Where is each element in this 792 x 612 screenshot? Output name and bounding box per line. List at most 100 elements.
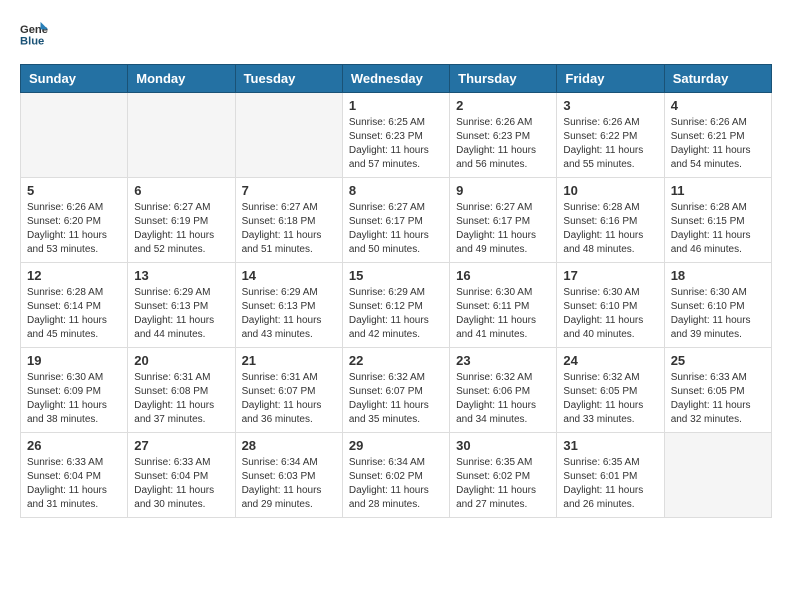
calendar-day-cell: 28Sunrise: 6:34 AM Sunset: 6:03 PM Dayli… xyxy=(235,433,342,518)
day-info: Sunrise: 6:32 AM Sunset: 6:07 PM Dayligh… xyxy=(349,371,443,427)
calendar-day-cell: 24 Sunrise: 6:32 AM Sunset: 6:05 PM Dayli… xyxy=(557,348,664,433)
calendar-day-cell: 25 Sunrise: 6:33 AM Sunset: 6:05 PM Dayli… xyxy=(664,348,771,433)
day-info: Sunrise: 6:33 AM Sunset: 6:04 PM Dayligh… xyxy=(27,456,121,512)
calendar-day-cell: 17 Sunrise: 6:30 AM Sunset: 6:10 PM Dayli… xyxy=(557,263,664,348)
day-number: 4 xyxy=(671,98,765,113)
day-number: 26 xyxy=(27,438,121,453)
calendar-table: SundayMondayTuesdayWednesdayThursdayFrid… xyxy=(20,64,772,518)
calendar-day-cell: 2 Sunrise: 6:26 AM Sunset: 6:23 PM Daylig… xyxy=(450,93,557,178)
day-number: 9 xyxy=(456,183,550,198)
day-number: 24 xyxy=(563,353,657,368)
day-info: Sunrise: 6:28 AM Sunset: 6:16 PM Dayligh… xyxy=(563,201,657,257)
day-info: Sunrise: 6:29 AM Sunset: 6:13 PM Dayligh… xyxy=(242,286,336,342)
day-info: Sunrise: 6:32 AM Sunset: 6:05 PM Dayligh… xyxy=(563,371,657,427)
calendar-day-cell: 31 Sunrise: 6:35 AM Sunset: 6:01 PM Dayli… xyxy=(557,433,664,518)
calendar-day-cell: 12 Sunrise: 6:28 AM Sunset: 6:14 PM Dayli… xyxy=(21,263,128,348)
day-info: Sunrise: 6:26 AM Sunset: 6:21 PM Dayligh… xyxy=(671,116,765,172)
day-info: Sunrise: 6:29 AM Sunset: 6:13 PM Dayligh… xyxy=(134,286,228,342)
day-number: 23 xyxy=(456,353,550,368)
calendar-day-cell: 4 Sunrise: 6:26 AM Sunset: 6:21 PM Daylig… xyxy=(664,93,771,178)
day-info: Sunrise: 6:28 AM Sunset: 6:14 PM Dayligh… xyxy=(27,286,121,342)
day-number: 13 xyxy=(134,268,228,283)
weekday-header: Thursday xyxy=(450,65,557,93)
calendar-day-cell: 9 Sunrise: 6:27 AM Sunset: 6:17 PM Daylig… xyxy=(450,178,557,263)
day-number: 11 xyxy=(671,183,765,198)
day-number: 6 xyxy=(134,183,228,198)
day-info: Sunrise: 6:26 AM Sunset: 6:23 PM Dayligh… xyxy=(456,116,550,172)
calendar-day-cell: 13 Sunrise: 6:29 AM Sunset: 6:13 PM Dayli… xyxy=(128,263,235,348)
calendar-day-cell: 6 Sunrise: 6:27 AM Sunset: 6:19 PM Daylig… xyxy=(128,178,235,263)
calendar-week-row: 5Sunrise: 6:26 AM Sunset: 6:20 PM Daylig… xyxy=(21,178,772,263)
day-info: Sunrise: 6:30 AM Sunset: 6:10 PM Dayligh… xyxy=(671,286,765,342)
calendar-week-row: 19 Sunrise: 6:30 AM Sunset: 6:09 PM Dayli… xyxy=(21,348,772,433)
weekday-header: Monday xyxy=(128,65,235,93)
day-info: Sunrise: 6:25 AM Sunset: 6:23 PM Dayligh… xyxy=(349,116,443,172)
day-number: 25 xyxy=(671,353,765,368)
day-number: 21 xyxy=(242,353,336,368)
day-number: 3 xyxy=(563,98,657,113)
calendar-week-row: 12 Sunrise: 6:28 AM Sunset: 6:14 PM Dayli… xyxy=(21,263,772,348)
day-number: 7 xyxy=(242,183,336,198)
day-info: Sunrise: 6:34 AM Sunset: 6:03 PM Dayligh… xyxy=(242,456,336,512)
day-info: Sunrise: 6:35 AM Sunset: 6:02 PM Dayligh… xyxy=(456,456,550,512)
day-number: 8 xyxy=(349,183,443,198)
day-info: Sunrise: 6:30 AM Sunset: 6:09 PM Dayligh… xyxy=(27,371,121,427)
day-info: Sunrise: 6:29 AM Sunset: 6:12 PM Dayligh… xyxy=(349,286,443,342)
calendar-day-cell: 19 Sunrise: 6:30 AM Sunset: 6:09 PM Dayli… xyxy=(21,348,128,433)
page-header: General Blue xyxy=(20,20,772,48)
calendar-day-cell: 3 Sunrise: 6:26 AM Sunset: 6:22 PM Daylig… xyxy=(557,93,664,178)
day-info: Sunrise: 6:31 AM Sunset: 6:08 PM Dayligh… xyxy=(134,371,228,427)
day-info: Sunrise: 6:30 AM Sunset: 6:10 PM Dayligh… xyxy=(563,286,657,342)
day-number: 2 xyxy=(456,98,550,113)
day-info: Sunrise: 6:28 AM Sunset: 6:15 PM Dayligh… xyxy=(671,201,765,257)
day-info: Sunrise: 6:30 AM Sunset: 6:11 PM Dayligh… xyxy=(456,286,550,342)
calendar-day-cell: 22 Sunrise: 6:32 AM Sunset: 6:07 PM Dayli… xyxy=(342,348,449,433)
calendar-day-cell xyxy=(664,433,771,518)
day-number: 14 xyxy=(242,268,336,283)
day-number: 17 xyxy=(563,268,657,283)
day-info: Sunrise: 6:33 AM Sunset: 6:05 PM Dayligh… xyxy=(671,371,765,427)
day-info: Sunrise: 6:35 AM Sunset: 6:01 PM Dayligh… xyxy=(563,456,657,512)
calendar-day-cell: 1Sunrise: 6:25 AM Sunset: 6:23 PM Daylig… xyxy=(342,93,449,178)
logo: General Blue xyxy=(20,20,52,48)
day-info: Sunrise: 6:27 AM Sunset: 6:19 PM Dayligh… xyxy=(134,201,228,257)
calendar-day-cell: 5Sunrise: 6:26 AM Sunset: 6:20 PM Daylig… xyxy=(21,178,128,263)
day-info: Sunrise: 6:27 AM Sunset: 6:17 PM Dayligh… xyxy=(456,201,550,257)
day-number: 16 xyxy=(456,268,550,283)
day-info: Sunrise: 6:31 AM Sunset: 6:07 PM Dayligh… xyxy=(242,371,336,427)
day-number: 27 xyxy=(134,438,228,453)
day-number: 18 xyxy=(671,268,765,283)
weekday-header: Wednesday xyxy=(342,65,449,93)
calendar-day-cell: 29 Sunrise: 6:34 AM Sunset: 6:02 PM Dayli… xyxy=(342,433,449,518)
calendar-day-cell: 10Sunrise: 6:28 AM Sunset: 6:16 PM Dayli… xyxy=(557,178,664,263)
day-info: Sunrise: 6:34 AM Sunset: 6:02 PM Dayligh… xyxy=(349,456,443,512)
day-number: 31 xyxy=(563,438,657,453)
logo-icon: General Blue xyxy=(20,20,48,48)
calendar-day-cell: 18 Sunrise: 6:30 AM Sunset: 6:10 PM Dayli… xyxy=(664,263,771,348)
calendar-week-row: 1Sunrise: 6:25 AM Sunset: 6:23 PM Daylig… xyxy=(21,93,772,178)
weekday-header: Friday xyxy=(557,65,664,93)
svg-text:Blue: Blue xyxy=(20,35,44,47)
day-number: 19 xyxy=(27,353,121,368)
calendar-day-cell: 21 Sunrise: 6:31 AM Sunset: 6:07 PM Dayli… xyxy=(235,348,342,433)
calendar-day-cell: 20 Sunrise: 6:31 AM Sunset: 6:08 PM Dayli… xyxy=(128,348,235,433)
calendar-day-cell xyxy=(235,93,342,178)
weekday-header: Sunday xyxy=(21,65,128,93)
calendar-week-row: 26 Sunrise: 6:33 AM Sunset: 6:04 PM Dayli… xyxy=(21,433,772,518)
calendar-day-cell: 23 Sunrise: 6:32 AM Sunset: 6:06 PM Dayli… xyxy=(450,348,557,433)
day-info: Sunrise: 6:26 AM Sunset: 6:22 PM Dayligh… xyxy=(563,116,657,172)
calendar-day-cell xyxy=(21,93,128,178)
day-number: 5 xyxy=(27,183,121,198)
day-number: 22 xyxy=(349,353,443,368)
day-info: Sunrise: 6:27 AM Sunset: 6:17 PM Dayligh… xyxy=(349,201,443,257)
calendar-day-cell: 11 Sunrise: 6:28 AM Sunset: 6:15 PM Dayli… xyxy=(664,178,771,263)
day-info: Sunrise: 6:32 AM Sunset: 6:06 PM Dayligh… xyxy=(456,371,550,427)
day-number: 12 xyxy=(27,268,121,283)
day-number: 20 xyxy=(134,353,228,368)
calendar-header-row: SundayMondayTuesdayWednesdayThursdayFrid… xyxy=(21,65,772,93)
calendar-day-cell: 27Sunrise: 6:33 AM Sunset: 6:04 PM Dayli… xyxy=(128,433,235,518)
day-number: 29 xyxy=(349,438,443,453)
weekday-header: Saturday xyxy=(664,65,771,93)
calendar-day-cell: 7Sunrise: 6:27 AM Sunset: 6:18 PM Daylig… xyxy=(235,178,342,263)
calendar-day-cell: 14 Sunrise: 6:29 AM Sunset: 6:13 PM Dayli… xyxy=(235,263,342,348)
